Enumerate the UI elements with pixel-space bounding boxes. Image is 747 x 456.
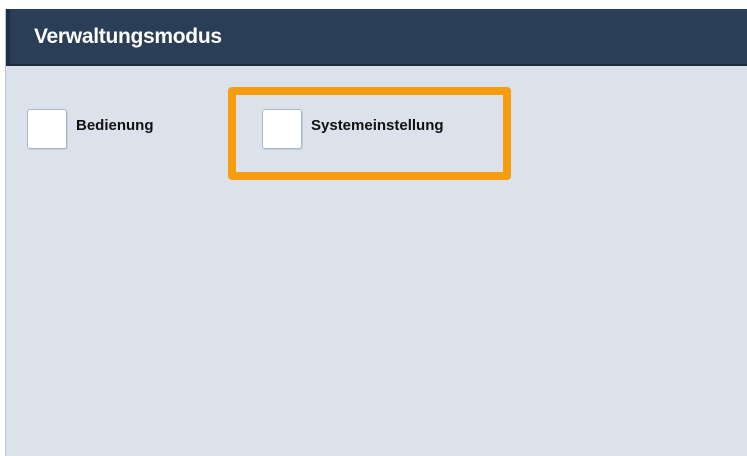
option-systemeinstellung[interactable]: Systemeinstellung bbox=[262, 109, 444, 149]
header-accent bbox=[6, 9, 10, 66]
bedienung-label: Bedienung bbox=[76, 117, 154, 134]
systemeinstellung-checkbox[interactable] bbox=[262, 109, 302, 149]
option-bedienung[interactable]: Bedienung bbox=[27, 109, 154, 149]
panel-header: Verwaltungsmodus bbox=[6, 9, 747, 66]
admin-mode-panel: Verwaltungsmodus Bedienung Systemeinstel… bbox=[5, 9, 747, 456]
systemeinstellung-label: Systemeinstellung bbox=[311, 117, 444, 134]
page-title: Verwaltungsmodus bbox=[34, 25, 222, 48]
bedienung-checkbox[interactable] bbox=[27, 109, 67, 149]
